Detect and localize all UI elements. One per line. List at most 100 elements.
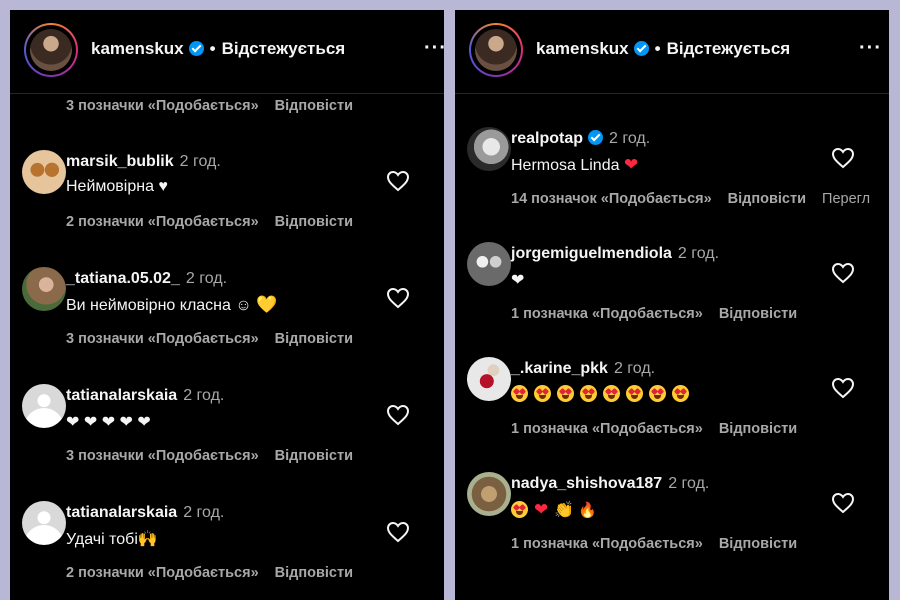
avatar[interactable]	[467, 472, 511, 516]
heart-outline-icon[interactable]	[831, 492, 855, 514]
comment-username[interactable]: nadya_shishova187	[511, 475, 662, 492]
comment-username[interactable]: _.karine_pkk	[511, 360, 608, 377]
comment-time: 2 год.	[613, 360, 656, 377]
red-heart-emoji: ❤	[623, 155, 639, 174]
comment-text-row: Hermosa Linda ❤	[511, 155, 638, 175]
comment-meta: 1 позначка «Подобається» Відповісти	[511, 536, 813, 552]
comment-time: 2 год.	[677, 245, 720, 262]
comment-time: 2 год.	[179, 153, 221, 170]
comment-meta: 2 позначки «Подобається» Відповісти	[66, 565, 369, 581]
comment-time: 2 год.	[183, 387, 225, 404]
reply-button[interactable]: Відповісти	[719, 421, 797, 437]
comment-time: 2 год.	[183, 504, 225, 521]
reply-button[interactable]: Відповісти	[719, 536, 797, 552]
avatar[interactable]	[22, 501, 66, 545]
comment-meta: 3 позначки «Подобається» Відповісти	[66, 448, 369, 464]
profile-username[interactable]: kamenskux	[91, 39, 184, 58]
view-replies-button[interactable]: Перегл	[822, 191, 870, 207]
following-button[interactable]: Відстежується	[222, 39, 346, 58]
avatar[interactable]	[22, 267, 66, 311]
comment-text	[511, 385, 695, 404]
avatar[interactable]	[467, 357, 511, 401]
comment-text: ❤ 👏 🔥	[511, 500, 597, 520]
reply-button[interactable]: Відповісти	[275, 331, 353, 347]
star-struck-emoji	[672, 385, 689, 402]
comment-username[interactable]: tatianalarskaia	[66, 504, 177, 521]
reply-button[interactable]: Відповісти	[719, 306, 797, 322]
comment-item: tatianalarskaia 2 год. ❤ ❤ ❤ ❤ ❤ 3 познач…	[10, 384, 444, 494]
comment-item: marsik_bublik 2 год. Неймовірна ♥ 2 позна…	[10, 150, 444, 260]
star-struck-emoji	[580, 385, 597, 402]
comment-time: 2 год.	[668, 475, 710, 492]
heart-outline-icon[interactable]	[386, 404, 410, 426]
avatar[interactable]	[22, 384, 66, 428]
comment-username[interactable]: tatianalarskaia	[66, 387, 177, 404]
comment-username[interactable]: realpotap	[511, 130, 583, 147]
clapping-hands-emoji: 👏	[554, 502, 575, 519]
comment-text: Hermosa Linda	[511, 157, 620, 174]
star-struck-emoji	[626, 385, 643, 402]
left-comments-panel: kamenskux • Відстежується ··· 3 позначки «…	[10, 10, 444, 600]
comment-username[interactable]: marsik_bublik	[66, 153, 174, 170]
likes-count[interactable]: 1 позначка «Подобається»	[511, 306, 703, 322]
comment-text: ❤ ❤ ❤ ❤ ❤	[66, 414, 151, 431]
star-struck-emoji	[649, 385, 666, 402]
heart-outline-icon[interactable]	[831, 147, 855, 169]
star-struck-emoji	[557, 385, 574, 402]
comment-item: tatianalarskaia 2 год. Удачі тобі🙌 2 позн…	[10, 501, 444, 600]
profile-username[interactable]: kamenskux	[536, 39, 629, 58]
comment-username[interactable]: _tatiana.05.02_	[66, 270, 180, 287]
comment-text: ❤	[511, 272, 525, 289]
likes-count[interactable]: 3 позначки «Подобається»	[66, 448, 259, 464]
profile-avatar[interactable]	[469, 23, 523, 77]
likes-count[interactable]: 3 позначки «Подобається»	[66, 98, 259, 114]
comment-meta: 3 позначки «Подобається» Відповісти	[66, 98, 369, 114]
following-button[interactable]: Відстежується	[667, 39, 791, 58]
comment-time: 2 год.	[185, 270, 228, 287]
post-header: kamenskux • Відстежується ···	[455, 10, 889, 94]
avatar[interactable]	[22, 150, 66, 194]
comment-username[interactable]: jorgemiguelmendiola	[511, 245, 672, 262]
heart-outline-icon[interactable]	[386, 521, 410, 543]
comment-time: 2 год.	[609, 130, 651, 147]
likes-count[interactable]: 1 позначка «Подобається»	[511, 536, 703, 552]
comment-item: nadya_shishova187 2 год. ❤ 👏 🔥 1 позначка «…	[455, 472, 889, 582]
comment-text-row: Удачі тобі🙌	[66, 529, 158, 549]
profile-username-row: kamenskux • Відстежується	[91, 39, 345, 59]
reply-button[interactable]: Відповісти	[728, 191, 806, 207]
more-dots-icon[interactable]: ···	[424, 37, 444, 60]
star-struck-emoji	[511, 385, 528, 402]
comment-text: Неймовірна ♥	[66, 178, 168, 195]
reply-button[interactable]: Відповісти	[275, 98, 353, 114]
red-heart-emoji: ❤	[534, 500, 549, 519]
separator-dot: •	[654, 39, 661, 58]
likes-count[interactable]: 2 позначки «Подобається»	[66, 565, 259, 581]
avatar[interactable]	[467, 242, 511, 286]
comment-meta: 1 позначка «Подобається» Відповісти	[511, 421, 813, 437]
heart-outline-icon[interactable]	[831, 377, 855, 399]
more-dots-icon[interactable]: ···	[859, 37, 882, 60]
heart-outline-icon[interactable]	[386, 170, 410, 192]
star-struck-emoji	[534, 385, 551, 402]
post-header: kamenskux • Відстежується ···	[10, 10, 444, 94]
likes-count[interactable]: 1 позначка «Подобається»	[511, 421, 703, 437]
star-struck-emoji	[511, 501, 528, 518]
reply-button[interactable]: Відповісти	[275, 448, 353, 464]
likes-count[interactable]: 3 позначки «Подобається»	[66, 331, 259, 347]
comment-item: _.karine_pkk 2 год. 1 позначка «Подобаєть…	[455, 357, 889, 467]
likes-count[interactable]: 2 позначки «Подобається»	[66, 214, 259, 230]
comment-meta: 14 позначок «Подобається» Відповісти Перег…	[511, 191, 870, 207]
reply-button[interactable]: Відповісти	[275, 565, 353, 581]
star-struck-emoji	[603, 385, 620, 402]
comment-text: Удачі тобі	[66, 531, 138, 548]
comment-meta: 1 позначка «Подобається» Відповісти	[511, 306, 813, 322]
likes-count[interactable]: 14 позначок «Подобається»	[511, 191, 712, 207]
comment-meta: 3 позначки «Подобається» Відповісти	[66, 331, 369, 347]
avatar[interactable]	[467, 127, 511, 171]
fire-emoji: 🔥	[578, 502, 597, 519]
heart-outline-icon[interactable]	[831, 262, 855, 284]
profile-username-row: kamenskux • Відстежується	[536, 39, 790, 59]
reply-button[interactable]: Відповісти	[275, 214, 353, 230]
profile-avatar[interactable]	[24, 23, 78, 77]
heart-outline-icon[interactable]	[386, 287, 410, 309]
